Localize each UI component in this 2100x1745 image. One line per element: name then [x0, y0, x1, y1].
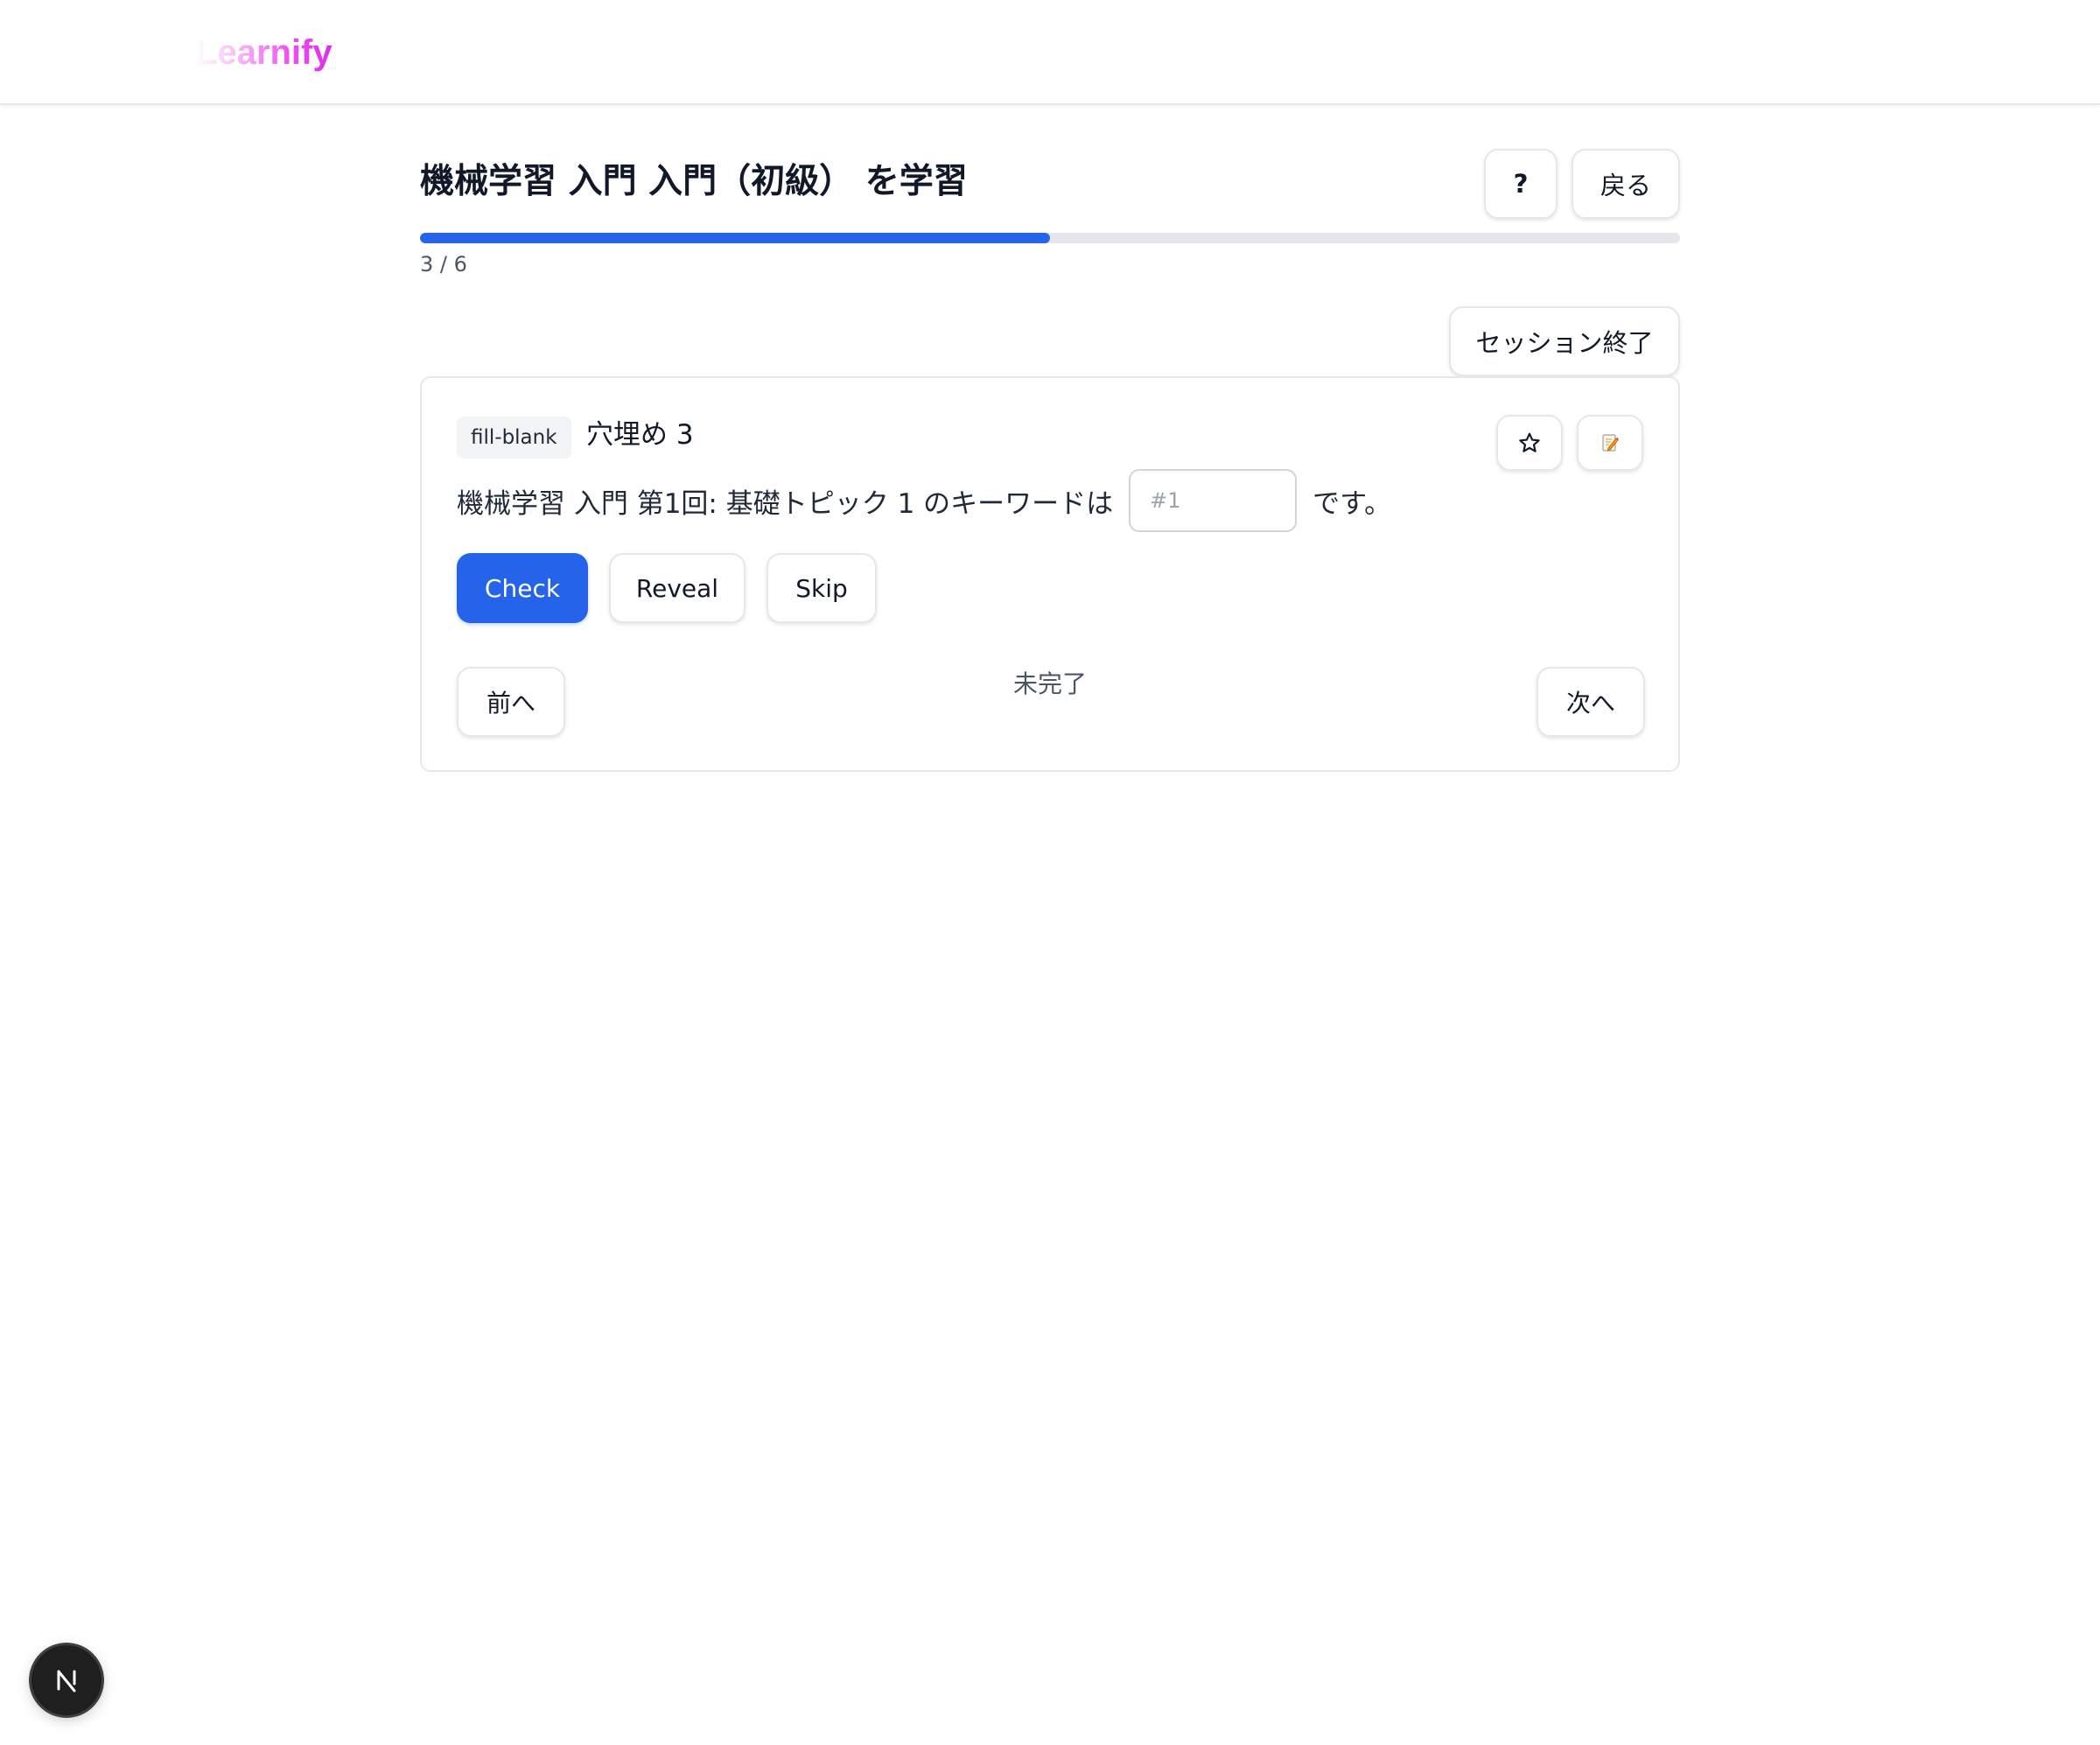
- star-icon: [1519, 432, 1540, 452]
- progress-bar: [420, 233, 1680, 243]
- check-button[interactable]: Check: [457, 553, 588, 623]
- app-logo[interactable]: Learnify: [196, 26, 332, 79]
- question-suffix: です。: [1312, 487, 1392, 520]
- question-card: fill-blank 穴埋め 3 機械学習 入門 第1回: 基礎トピック 1 の…: [420, 376, 1680, 772]
- favorite-button[interactable]: [1496, 415, 1563, 471]
- end-session-button[interactable]: セッション終了: [1449, 306, 1680, 376]
- reveal-button[interactable]: Reveal: [609, 553, 746, 623]
- page-title: 機械学習 入門 入門（初級） を学習: [420, 162, 968, 201]
- question-text: 機械学習 入門 第1回: 基礎トピック 1 のキーワードは です。: [457, 469, 1391, 532]
- note-button[interactable]: [1577, 415, 1643, 471]
- app-header: Learnify: [0, 0, 2100, 105]
- next-button[interactable]: 次へ: [1536, 667, 1645, 737]
- question-prefix: 機械学習 入門 第1回: 基礎トピック 1 のキーワードは: [457, 487, 1114, 520]
- help-button[interactable]: ?: [1484, 149, 1558, 219]
- completion-status: 未完了: [1012, 669, 1087, 698]
- progress-bar-fill: [420, 233, 1050, 243]
- memo-icon: [1602, 434, 1620, 452]
- question-title: 穴埋め 3: [586, 419, 694, 451]
- progress-counter: 3 / 6: [420, 252, 467, 277]
- previous-button[interactable]: 前へ: [457, 667, 565, 737]
- blank-input[interactable]: [1129, 469, 1298, 532]
- back-button[interactable]: 戻る: [1572, 149, 1680, 219]
- skip-button[interactable]: Skip: [766, 553, 877, 623]
- question-type-badge: fill-blank: [457, 417, 571, 459]
- nextjs-logo-icon: [57, 1670, 76, 1692]
- nextjs-dev-badge[interactable]: [32, 1645, 102, 1715]
